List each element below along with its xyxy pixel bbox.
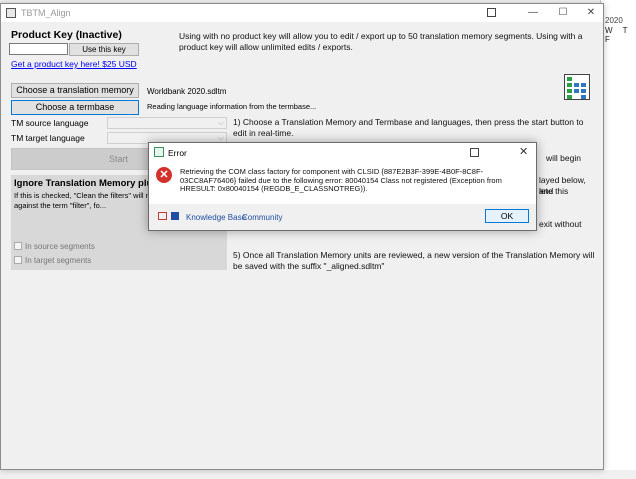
background-bottom — [0, 470, 636, 479]
calendar-year: 2020 — [605, 16, 623, 25]
product-key-title: Product Key (Inactive) — [11, 29, 122, 41]
target-segments-checkbox[interactable] — [14, 256, 22, 264]
choose-tm-button[interactable]: Choose a translation memory — [11, 83, 139, 98]
minimize-button[interactable]: — — [519, 5, 547, 21]
app-logo-icon — [564, 74, 590, 100]
title-bar: TBTM_Align — ☐ ✕ — [1, 4, 603, 22]
main-content: Product Key (Inactive) Use this key Get … — [1, 22, 603, 469]
termbase-status: Reading language information from the te… — [147, 102, 317, 111]
product-key-input[interactable] — [9, 43, 68, 55]
ok-button[interactable]: OK — [485, 209, 529, 223]
source-segments-checkbox[interactable] — [14, 242, 22, 250]
knowledge-base-icon[interactable] — [158, 212, 167, 220]
window-helper-icon[interactable] — [487, 8, 496, 17]
target-language-label: TM target language — [11, 133, 85, 143]
error-dialog-body: ✕ Retrieving the COM class factory for c… — [149, 162, 536, 204]
chevron-down-icon: ⌵ — [217, 118, 224, 127]
knowledge-base-link[interactable]: Knowledge Base — [186, 213, 246, 222]
close-button[interactable]: ✕ — [577, 5, 605, 21]
calendar-days: W T F — [605, 26, 632, 44]
tm-file-label: Worldbank 2020.sdltm — [147, 87, 227, 96]
buy-key-link[interactable]: Get a product key here! $25 USD — [11, 59, 137, 69]
error-dialog: Error ✕ ✕ Retrieving the COM class facto… — [148, 142, 537, 231]
step-3-text-b: lete this — [539, 186, 569, 196]
step-4-text: exit without — [539, 219, 582, 229]
community-link[interactable]: Community — [242, 213, 282, 222]
target-segments-label: In target segments — [25, 256, 92, 265]
save-icon[interactable] — [171, 212, 179, 220]
app-icon — [6, 8, 16, 18]
choose-termbase-button[interactable]: Choose a termbase — [11, 100, 139, 115]
dialog-helper-icon[interactable] — [470, 148, 479, 157]
step-5-text: 5) Once all Translation Memory units are… — [233, 250, 595, 271]
source-language-label: TM source language — [11, 118, 89, 128]
intro-text: Using with no product key will allow you… — [179, 31, 583, 52]
source-language-select[interactable]: ⌵ — [107, 117, 227, 129]
error-dialog-title: Error — [168, 148, 187, 158]
source-segments-label: In source segments — [25, 242, 95, 251]
step-2-text: will begin — [546, 153, 581, 163]
dialog-close-button[interactable]: ✕ — [519, 145, 528, 158]
error-icon: ✕ — [156, 167, 172, 183]
error-dialog-footer: Knowledge Base Community OK — [149, 204, 536, 230]
error-dialog-titlebar: Error ✕ — [149, 143, 536, 162]
dialog-app-icon — [154, 147, 164, 157]
step-1-text: 1) Choose a Translation Memory and Termb… — [233, 117, 584, 138]
maximize-button[interactable]: ☐ — [549, 5, 577, 21]
error-message: Retrieving the COM class factory for com… — [180, 167, 502, 193]
use-key-button[interactable]: Use this key — [69, 43, 139, 56]
main-window: TBTM_Align — ☐ ✕ Product Key (Inactive) … — [0, 3, 604, 470]
background-app: 2020 W T F — [600, 0, 636, 479]
window-title: TBTM_Align — [21, 8, 71, 18]
